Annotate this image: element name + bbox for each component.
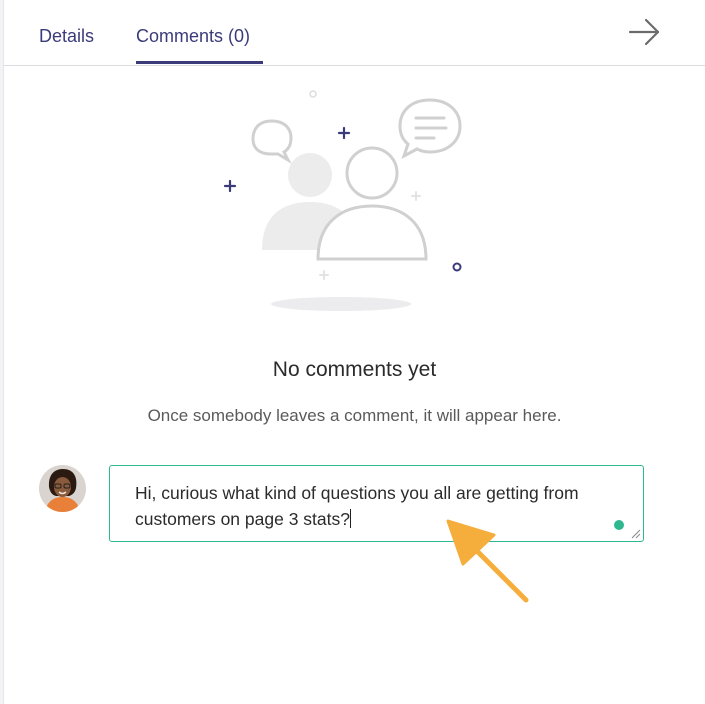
comment-input-text[interactable]: Hi, curious what kind of questions you a… [135,480,615,532]
empty-state-title: No comments yet [272,358,437,381]
comments-panel: Details Comments (0) No comments yet Onc… [3,0,705,704]
tab-comments[interactable]: Comments (0) [136,24,250,48]
empty-state-subtitle: Once somebody leaves a comment, it will … [147,406,562,425]
comment-input[interactable]: Hi, curious what kind of questions you a… [109,465,644,542]
empty-comments-illustration [223,90,462,311]
pointer-arrow-icon [446,519,529,603]
user-avatar-image [39,465,86,512]
avatar [39,465,86,512]
arrow-right-icon[interactable] [626,16,662,48]
active-tab-indicator [136,61,263,64]
tab-bar: Details Comments (0) [4,0,705,66]
text-caret [349,509,351,528]
status-dot [614,520,624,530]
tab-details[interactable]: Details [39,24,94,48]
resize-handle-icon[interactable] [631,529,641,539]
